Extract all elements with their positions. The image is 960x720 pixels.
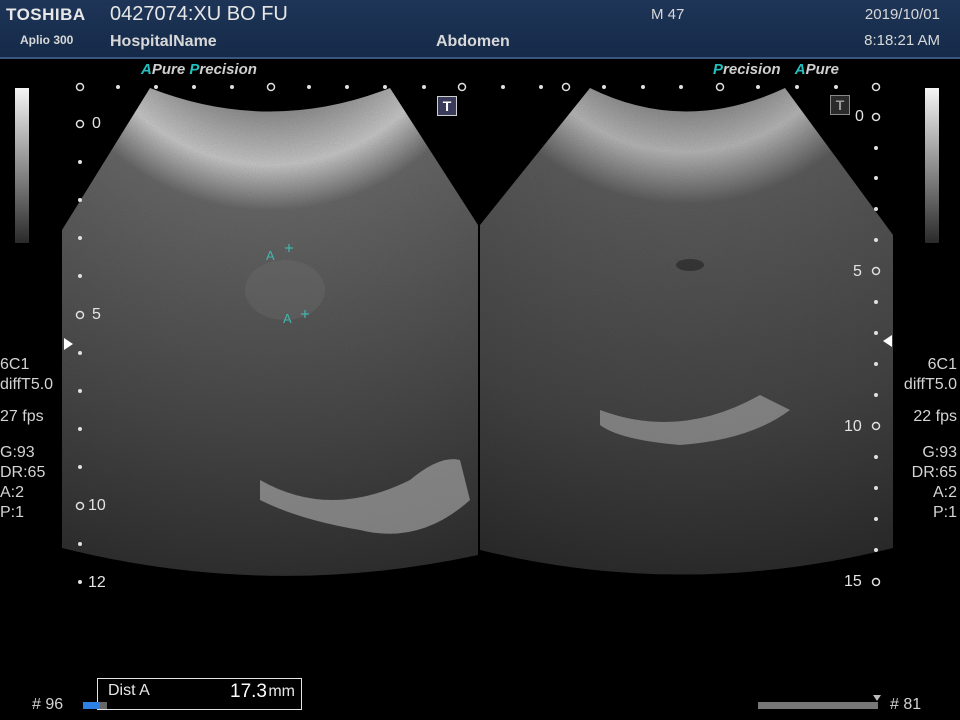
cine-frame-right: # 81 [890, 696, 922, 713]
scanner-model: Aplio 300 [20, 33, 74, 47]
cine-progress-left[interactable] [83, 702, 107, 709]
depth-label-left-5: 5 [92, 306, 101, 323]
orientation-marker-right-icon: T [830, 95, 850, 115]
focus-arrow-left-icon[interactable] [64, 338, 73, 350]
cine-frame-left: # 96 [32, 696, 64, 713]
header-bar: TOSHIBA Aplio 300 0427074:XU BO FU Hospi… [0, 0, 960, 59]
probe-name: 6C1 [927, 356, 957, 373]
caliper-label-1: A [266, 248, 275, 263]
depth-label-left-10: 10 [88, 497, 106, 514]
harmonic-mode: diffT5.0 [0, 376, 54, 393]
measurement-result-box[interactable]: Dist A 17.3 mm [97, 678, 302, 710]
cine-position-marker-icon [873, 695, 881, 701]
ultrasound-image-area[interactable] [0, 59, 960, 659]
frame-rate: 22 fps [913, 408, 957, 425]
gain: G:93 [922, 444, 957, 461]
dynamic-range: DR:65 [0, 464, 46, 481]
measurement-unit: mm [268, 683, 295, 700]
acoustic-power: A:2 [0, 484, 25, 501]
brand-logo: TOSHIBA [6, 5, 86, 24]
depth-label-right-15: 15 [844, 573, 862, 590]
persistence: P:1 [0, 504, 25, 521]
caliper-label-2: A [283, 311, 292, 326]
depth-label-left-12: 12 [88, 574, 106, 591]
gain: G:93 [0, 444, 35, 461]
dynamic-range: DR:65 [911, 464, 957, 481]
left-ultrasound-fan [62, 88, 478, 576]
lateral-scale-right [501, 82, 881, 92]
depth-label-right-0: 0 [855, 108, 864, 125]
cine-progress-right[interactable] [758, 702, 878, 709]
right-logo: Precision APure [713, 61, 839, 78]
right-ultrasound-fan [480, 88, 893, 575]
left-probe-info: 6C1 diffT5.0 27 fps G:93 DR:65 A:2 P:1 [0, 355, 53, 523]
grayscale-bar-left [15, 88, 29, 243]
patient-id-name: 0427074:XU BO FU [110, 3, 288, 25]
harmonic-mode: diffT5.0 [903, 376, 957, 393]
mechanical-index: M 47 [651, 6, 685, 23]
measurement-value: 17.3 [230, 681, 267, 702]
hospital-name: HospitalName [110, 33, 217, 50]
exam-time: 8:18:21 AM [864, 32, 940, 49]
exam-preset: Abdomen [436, 33, 510, 50]
acoustic-power: A:2 [932, 484, 957, 501]
left-logo: APure Precision [141, 61, 257, 78]
exam-date: 2019/10/01 [864, 6, 940, 23]
measurement-label: Dist A [108, 682, 150, 699]
grayscale-bar-right [925, 88, 939, 243]
lateral-scale-left [75, 82, 467, 92]
depth-label-left-0: 0 [92, 115, 101, 132]
right-probe-info: 6C1 diffT5.0 22 fps G:93 DR:65 A:2 P:1 [904, 355, 957, 523]
focus-arrow-right-icon[interactable] [883, 335, 892, 347]
frame-rate: 27 fps [0, 408, 44, 425]
depth-label-right-5: 5 [853, 263, 862, 280]
probe-name: 6C1 [0, 356, 30, 373]
orientation-marker-left-icon: T [437, 96, 457, 116]
depth-label-right-10: 10 [844, 418, 862, 435]
persistence: P:1 [932, 504, 957, 521]
